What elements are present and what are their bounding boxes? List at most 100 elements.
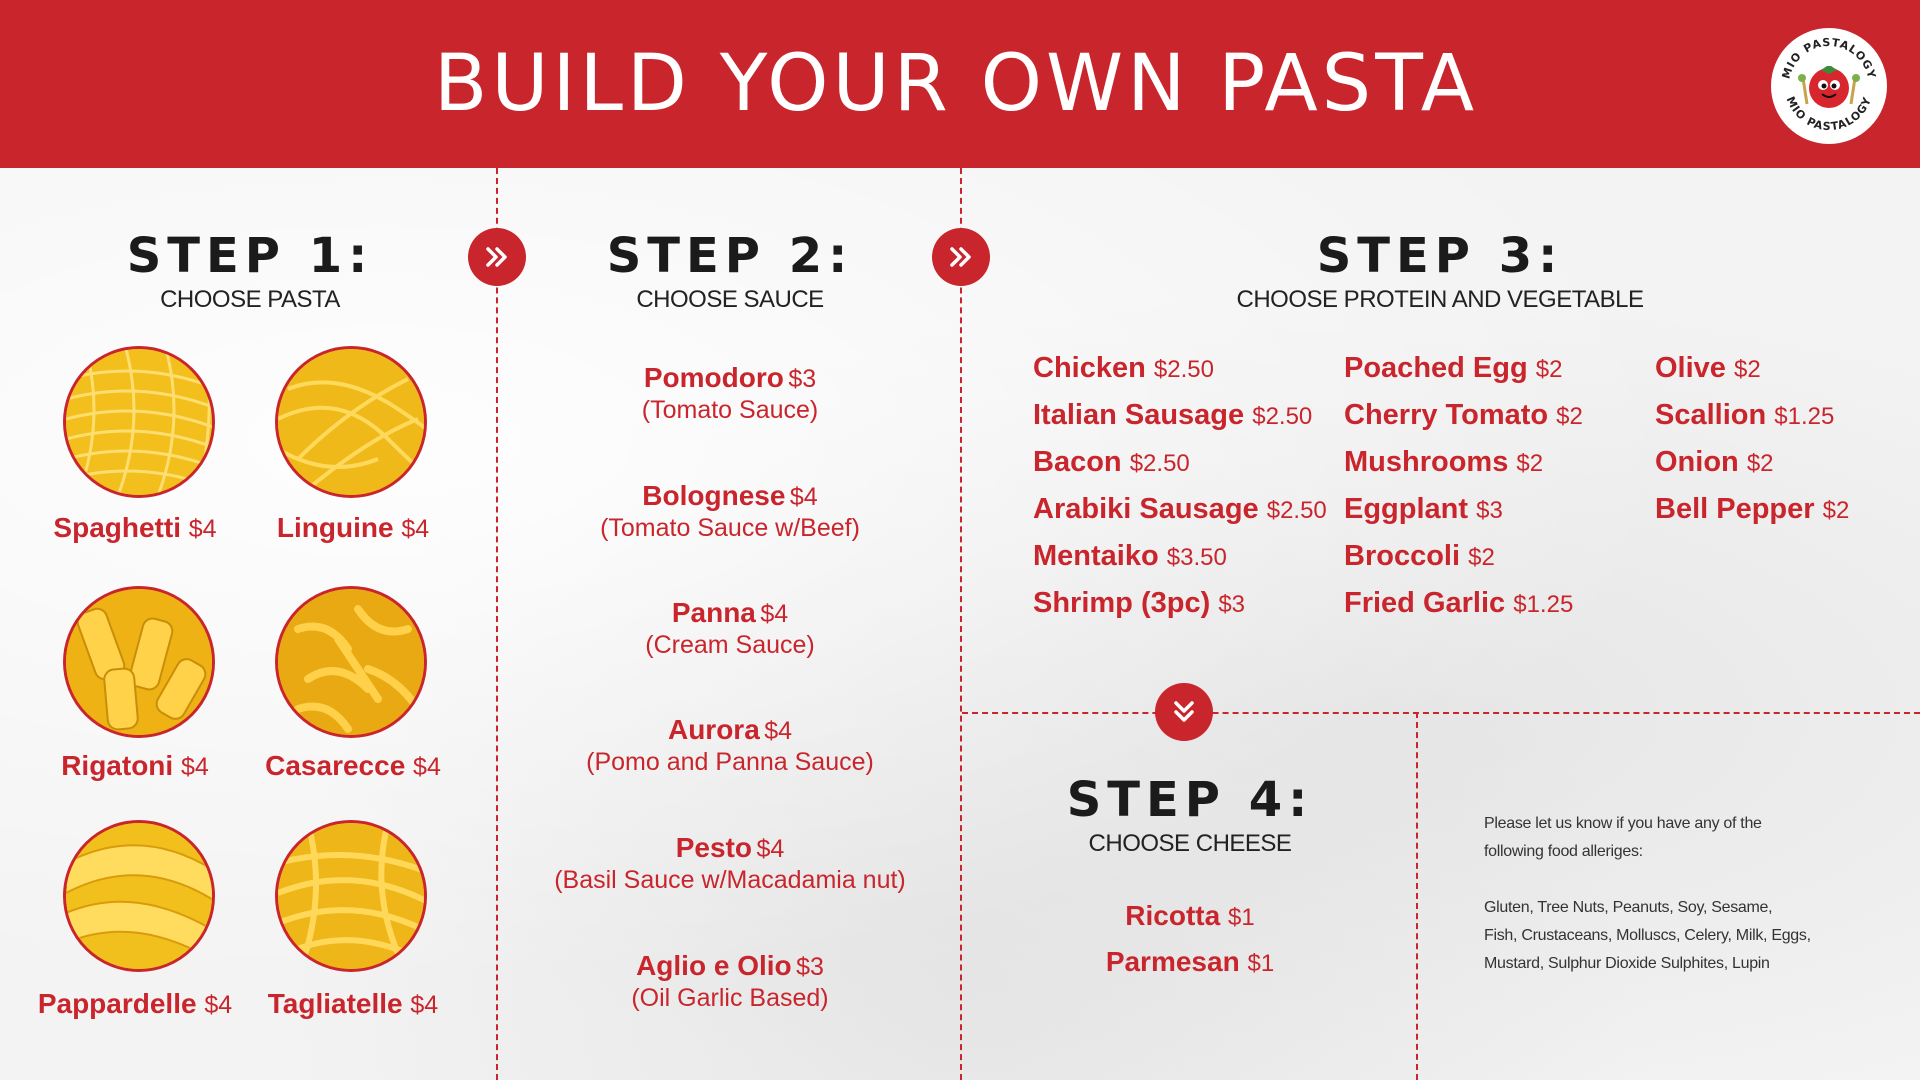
- tomato-mascot-icon: MIO PASTALOGY MIO PASTALOGY: [1780, 36, 1878, 133]
- topping-name: Arabiki Sausage: [1033, 493, 1259, 525]
- down-arrow-icon: [1155, 683, 1213, 741]
- pasta-price: $4: [410, 991, 439, 1019]
- sauce-option-aglio-e-olio: Aglio e Olio $3 (Oil Garlic Based): [500, 950, 960, 1013]
- topping-option: Fried Garlic $1.25: [1344, 587, 1573, 620]
- sauce-name: Panna: [671, 597, 756, 628]
- cheese-option-ricotta: Ricotta $1: [1030, 900, 1350, 932]
- sauce-price: $3: [796, 953, 824, 981]
- pasta-price: $4: [180, 753, 209, 781]
- sauce-name: Bolognese: [642, 480, 786, 511]
- topping-option: Chicken $2.50: [1033, 352, 1214, 385]
- sauce-option-pomodoro: Pomodoro $3 (Tomato Sauce): [500, 362, 960, 425]
- step3-subtitle: CHOOSE PROTEIN AND VEGETABLE: [1236, 286, 1644, 313]
- topping-name: Mentaiko: [1033, 540, 1159, 572]
- pasta-price: $4: [204, 991, 233, 1019]
- pasta-option-pappardelle: Pappardelle $4: [25, 988, 245, 1020]
- sauce-option-panna: Panna $4 (Cream Sauce): [500, 597, 960, 660]
- topping-price: $2.50: [1252, 403, 1313, 430]
- topping-name: Scallion: [1655, 399, 1767, 431]
- allergy-intro-line: Please let us know if you have any of th…: [1484, 815, 1762, 832]
- pasta-option-spaghetti: Spaghetti $4: [25, 512, 245, 544]
- divider-step1-step2: [496, 168, 498, 1080]
- sauce-name: Aglio e Olio: [636, 950, 792, 981]
- pasta-name: Tagliatelle: [267, 988, 403, 1019]
- topping-name: Bell Pepper: [1655, 493, 1815, 525]
- page-title: BUILD YOUR OWN PASTA: [433, 39, 1479, 129]
- topping-option: Poached Egg $2: [1344, 352, 1562, 385]
- pasta-name: Linguine: [276, 512, 394, 543]
- step1-title: STEP 1:: [126, 228, 374, 284]
- pasta-name: Casarecce: [265, 750, 406, 781]
- topping-option: Scallion $1.25: [1655, 399, 1834, 432]
- pasta-option-linguine: Linguine $4: [243, 512, 463, 544]
- topping-option: Bell Pepper $2: [1655, 493, 1849, 526]
- sauce-price: $3: [788, 365, 817, 393]
- topping-option: Shrimp (3pc) $3: [1033, 587, 1245, 620]
- pasta-price: $4: [401, 515, 430, 543]
- topping-option: Mentaiko $3.50: [1033, 540, 1227, 573]
- topping-option: Italian Sausage $2.50: [1033, 399, 1312, 432]
- tagliatelle-image: [275, 820, 427, 972]
- pasta-name: Pappardelle: [37, 988, 197, 1019]
- sauce-description: (Tomato Sauce): [641, 396, 819, 424]
- allergy-intro-line: following food alleriges:: [1484, 843, 1643, 860]
- topping-name: Eggplant: [1344, 493, 1469, 525]
- step1-subtitle: CHOOSE PASTA: [160, 286, 340, 313]
- topping-price: $2: [1516, 450, 1544, 477]
- topping-price: $2: [1468, 544, 1495, 571]
- cheese-price: $1: [1227, 904, 1255, 931]
- sauce-price: $4: [764, 717, 793, 745]
- pasta-name: Spaghetti: [53, 512, 181, 543]
- topping-name: Mushrooms: [1344, 446, 1509, 478]
- topping-price: $1.25: [1774, 403, 1835, 430]
- sauce-description: (Basil Sauce w/Macadamia nut): [554, 866, 906, 894]
- topping-name: Bacon: [1033, 446, 1122, 478]
- topping-name: Cherry Tomato: [1344, 399, 1549, 431]
- step3-title: STEP 3:: [1316, 228, 1564, 284]
- sauce-description: (Pomo and Panna Sauce): [586, 748, 874, 776]
- topping-name: Fried Garlic: [1344, 587, 1506, 619]
- step4-title: STEP 4:: [1066, 772, 1314, 828]
- topping-option: Olive $2: [1655, 352, 1761, 385]
- allergy-list-line: Mustard, Sulphur Dioxide Sulphites, Lupi…: [1484, 955, 1770, 972]
- step2-subtitle: CHOOSE SAUCE: [636, 286, 824, 313]
- topping-price: $2: [1535, 356, 1563, 383]
- topping-price: $2.50: [1153, 356, 1214, 383]
- topping-name: Poached Egg: [1344, 352, 1528, 384]
- step4-subtitle: CHOOSE CHEESE: [1088, 830, 1292, 857]
- topping-option: Arabiki Sausage $2.50: [1033, 493, 1327, 526]
- pasta-option-rigatoni: Rigatoni $4: [25, 750, 245, 782]
- rigatoni-image: [63, 586, 215, 738]
- allergy-notice: Please let us know if you have any of th…: [1484, 810, 1884, 978]
- pasta-name: Rigatoni: [61, 750, 174, 781]
- pappardelle-image: [63, 820, 215, 972]
- sauce-description: (Tomato Sauce w/Beef): [600, 514, 860, 542]
- topping-price: $2.50: [1266, 497, 1327, 524]
- topping-price: $2.50: [1129, 450, 1190, 477]
- pasta-option-casarecce: Casarecce $4: [243, 750, 463, 782]
- topping-name: Olive: [1655, 352, 1726, 384]
- topping-option: Bacon $2.50: [1033, 446, 1190, 479]
- sauce-name: Pesto: [675, 832, 752, 863]
- topping-name: Chicken: [1033, 352, 1146, 384]
- topping-option: Eggplant $3: [1344, 493, 1503, 526]
- cheese-name: Parmesan: [1105, 946, 1240, 977]
- topping-price: $1.25: [1513, 591, 1574, 618]
- sauce-option-aurora: Aurora $4 (Pomo and Panna Sauce): [500, 714, 960, 777]
- pasta-option-tagliatelle: Tagliatelle $4: [243, 988, 463, 1020]
- next-arrow-icon: [468, 228, 526, 286]
- step2-title: STEP 2:: [606, 228, 854, 284]
- linguine-image: [275, 346, 427, 498]
- topping-option: Cherry Tomato $2: [1344, 399, 1583, 432]
- brand-logo: MIO PASTALOGY MIO PASTALOGY: [1768, 25, 1890, 147]
- topping-name: Broccoli: [1344, 540, 1461, 572]
- sauce-price: $4: [760, 600, 789, 628]
- header-banner: BUILD YOUR OWN PASTA MIO PASTALOGY MIO P…: [0, 0, 1920, 168]
- spaghetti-image: [63, 346, 215, 498]
- topping-name: Onion: [1655, 446, 1739, 478]
- cheese-option-parmesan: Parmesan $1: [1030, 946, 1350, 978]
- topping-price: $2: [1746, 450, 1774, 477]
- sauce-option-pesto: Pesto $4 (Basil Sauce w/Macadamia nut): [500, 832, 960, 895]
- sauce-option-bolognese: Bolognese $4 (Tomato Sauce w/Beef): [500, 480, 960, 543]
- topping-option: Broccoli $2: [1344, 540, 1495, 573]
